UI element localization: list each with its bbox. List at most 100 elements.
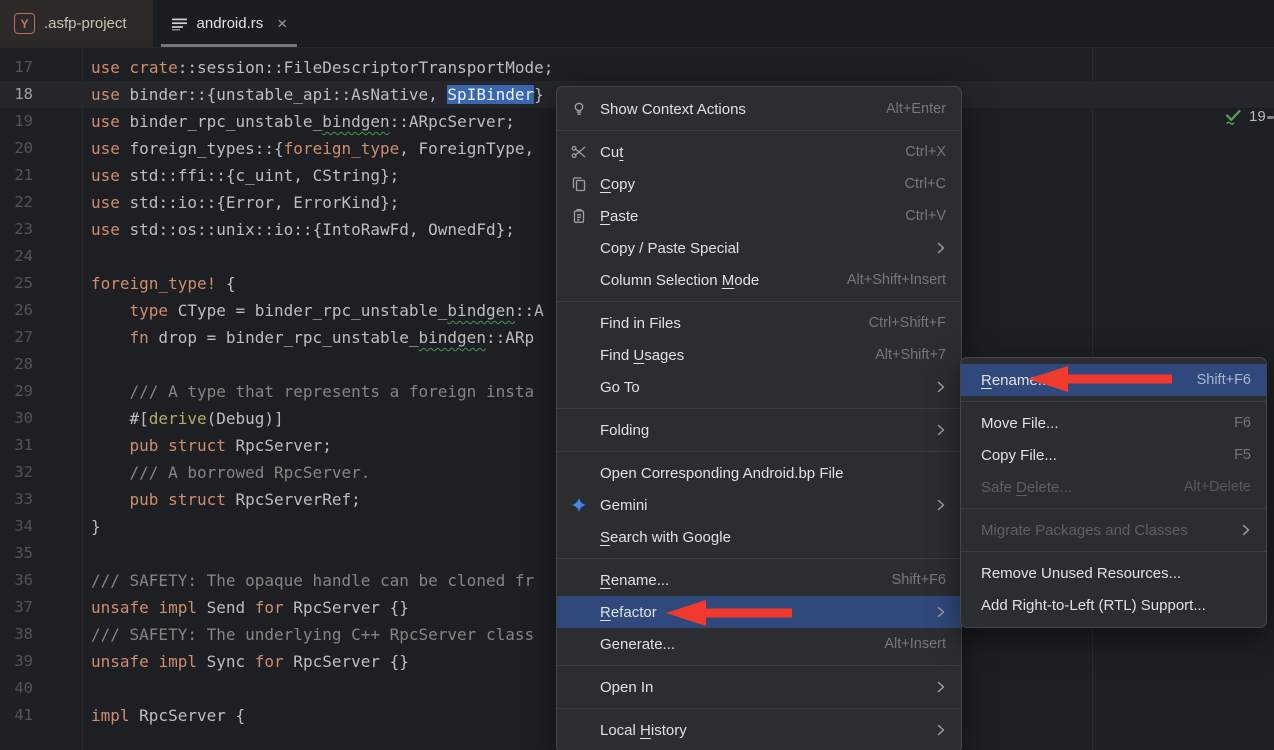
line-number[interactable]: 18 <box>0 81 33 108</box>
shortcut-label: Ctrl+V <box>905 208 946 224</box>
code-text: /// SAFETY: The opaque handle can be clo… <box>91 567 534 594</box>
line-number[interactable]: 26 <box>0 297 33 324</box>
code-text: } <box>91 513 101 540</box>
chevron-right-icon <box>936 723 946 737</box>
line-number[interactable]: 34 <box>0 513 33 540</box>
shortcut-label: Alt+Shift+7 <box>875 347 946 363</box>
code-text: use foreign_types::{foreign_type, Foreig… <box>91 135 534 162</box>
menu-item-label: Safe Delete... <box>981 479 1164 496</box>
menu-separator <box>557 558 961 559</box>
menu-separator <box>557 708 961 709</box>
code-text: use std::io::{Error, ErrorKind}; <box>91 189 399 216</box>
menu-item-copy-paste-special[interactable]: Copy / Paste Special <box>557 232 961 264</box>
menu-item-go-to[interactable]: Go To <box>557 371 961 403</box>
line-number[interactable]: 37 <box>0 594 33 621</box>
inspections-check-icon <box>1222 105 1244 127</box>
menu-item-gemini[interactable]: Gemini <box>557 489 961 521</box>
menu-item-move-file[interactable]: Move File...F6 <box>961 407 1266 439</box>
line-number[interactable]: 19 <box>0 108 33 135</box>
line-number[interactable]: 39 <box>0 648 33 675</box>
line-number[interactable]: 36 <box>0 567 33 594</box>
line-number[interactable]: 24 <box>0 243 33 270</box>
inspection-widget[interactable]: 19 <box>1222 105 1266 127</box>
line-number[interactable]: 27 <box>0 324 33 351</box>
code-text: use crate::session::FileDescriptorTransp… <box>91 54 553 81</box>
gemini-icon <box>557 497 600 513</box>
menu-item-label: Move File... <box>981 415 1214 432</box>
menu-item-migrate-packages-and-classes[interactable]: Migrate Packages and Classes <box>961 514 1266 546</box>
line-number[interactable]: 23 <box>0 216 33 243</box>
code-text: use std::ffi::{c_uint, CString}; <box>91 162 399 189</box>
menu-item-label: Copy <box>600 176 885 193</box>
menu-separator <box>961 508 1266 509</box>
shortcut-label: Alt+Delete <box>1184 479 1251 495</box>
typo-squiggle-text: bindgen <box>447 301 514 320</box>
line-number[interactable]: 21 <box>0 162 33 189</box>
ide-window: Y .asfp-project android.rs × 17 use crate… <box>0 0 1274 750</box>
chevron-right-icon <box>936 241 946 255</box>
editor-context-menu: Show Context ActionsAlt+EnterCutCtrl+XCo… <box>556 86 962 750</box>
menu-item-cut[interactable]: CutCtrl+X <box>557 136 961 168</box>
menu-item-local-history[interactable]: Local History <box>557 714 961 746</box>
code-text: /// SAFETY: The underlying C++ RpcServer… <box>91 621 534 648</box>
line-number[interactable]: 22 <box>0 189 33 216</box>
line-number[interactable]: 38 <box>0 621 33 648</box>
line-number[interactable]: 35 <box>0 540 33 567</box>
line-number[interactable]: 41 <box>0 702 33 729</box>
menu-item-label: Open In <box>600 679 924 696</box>
menu-item-column-selection-mode[interactable]: Column Selection ModeAlt+Shift+Insert <box>557 264 961 296</box>
menu-item-label: Add Right-to-Left (RTL) Support... <box>981 597 1251 614</box>
menu-item-add-right-to-left-rtl-support[interactable]: Add Right-to-Left (RTL) Support... <box>961 589 1266 621</box>
menu-item-label: Paste <box>600 208 885 225</box>
menu-item-paste[interactable]: Paste Ctrl+V <box>557 200 961 232</box>
shortcut-label: Ctrl+C <box>905 176 947 192</box>
menu-separator <box>557 665 961 666</box>
editor-tab-label: android.rs <box>197 15 264 32</box>
menu-item-copy[interactable]: Copy Ctrl+C <box>557 168 961 200</box>
menu-item-folding[interactable]: Folding <box>557 414 961 446</box>
menu-item-open-corresponding-android-bp-file[interactable]: Open Corresponding Android.bp File <box>557 457 961 489</box>
menu-item-label: Find Usages <box>600 347 855 364</box>
menu-item-copy-file[interactable]: Copy File...F5 <box>961 439 1266 471</box>
project-file-icon: Y <box>14 13 35 34</box>
menu-item-remove-unused-resources[interactable]: Remove Unused Resources... <box>961 557 1266 589</box>
menu-separator <box>961 551 1266 552</box>
menu-separator <box>557 130 961 131</box>
menu-item-safe-delete[interactable]: Safe Delete... Alt+Delete <box>961 471 1266 503</box>
shortcut-label: Alt+Insert <box>884 636 946 652</box>
menu-item-search-with-google[interactable]: Search with Google <box>557 521 961 553</box>
tab-android-rs[interactable]: android.rs × <box>159 0 300 47</box>
code-text: #[derive(Debug)] <box>91 405 284 432</box>
menu-item-generate[interactable]: Generate...Alt+Insert <box>557 628 961 660</box>
menu-item-find-in-files[interactable]: Find in FilesCtrl+Shift+F <box>557 307 961 339</box>
tab-bar: Y .asfp-project android.rs × <box>0 0 1274 48</box>
line-number[interactable]: 25 <box>0 270 33 297</box>
menu-item-rename[interactable]: Rename...Shift+F6 <box>557 564 961 596</box>
code-text: type CType = binder_rpc_unstable_bindgen… <box>91 297 544 324</box>
menu-item-label: Cut <box>600 144 885 161</box>
menu-item-open-in[interactable]: Open In <box>557 671 961 703</box>
paste-icon <box>557 208 600 224</box>
menu-item-find-usages[interactable]: Find Usages Alt+Shift+7 <box>557 339 961 371</box>
tab-project[interactable]: Y .asfp-project <box>0 0 153 47</box>
line-number[interactable]: 28 <box>0 351 33 378</box>
line-number[interactable]: 30 <box>0 405 33 432</box>
scissors-icon <box>557 144 600 160</box>
tab-close-icon[interactable]: × <box>277 15 287 32</box>
chevron-right-icon <box>1241 523 1251 537</box>
menu-item-refactor[interactable]: Refactor <box>557 596 961 628</box>
menu-item-rename[interactable]: Rename...Shift+F6 <box>961 364 1266 396</box>
code-text: foreign_type! { <box>91 270 236 297</box>
line-number[interactable]: 20 <box>0 135 33 162</box>
line-number[interactable]: 33 <box>0 486 33 513</box>
menu-item-label: Folding <box>600 422 924 439</box>
line-number[interactable]: 32 <box>0 459 33 486</box>
shortcut-label: Shift+F6 <box>1197 372 1251 388</box>
line-number[interactable]: 17 <box>0 54 33 81</box>
menu-item-show-context-actions[interactable]: Show Context ActionsAlt+Enter <box>557 93 961 125</box>
code-line-17[interactable]: 17 use crate::session::FileDescriptorTran… <box>0 54 1274 81</box>
line-number[interactable]: 31 <box>0 432 33 459</box>
menu-item-label: Search with Google <box>600 529 946 546</box>
line-number[interactable]: 29 <box>0 378 33 405</box>
line-number[interactable]: 40 <box>0 675 33 702</box>
